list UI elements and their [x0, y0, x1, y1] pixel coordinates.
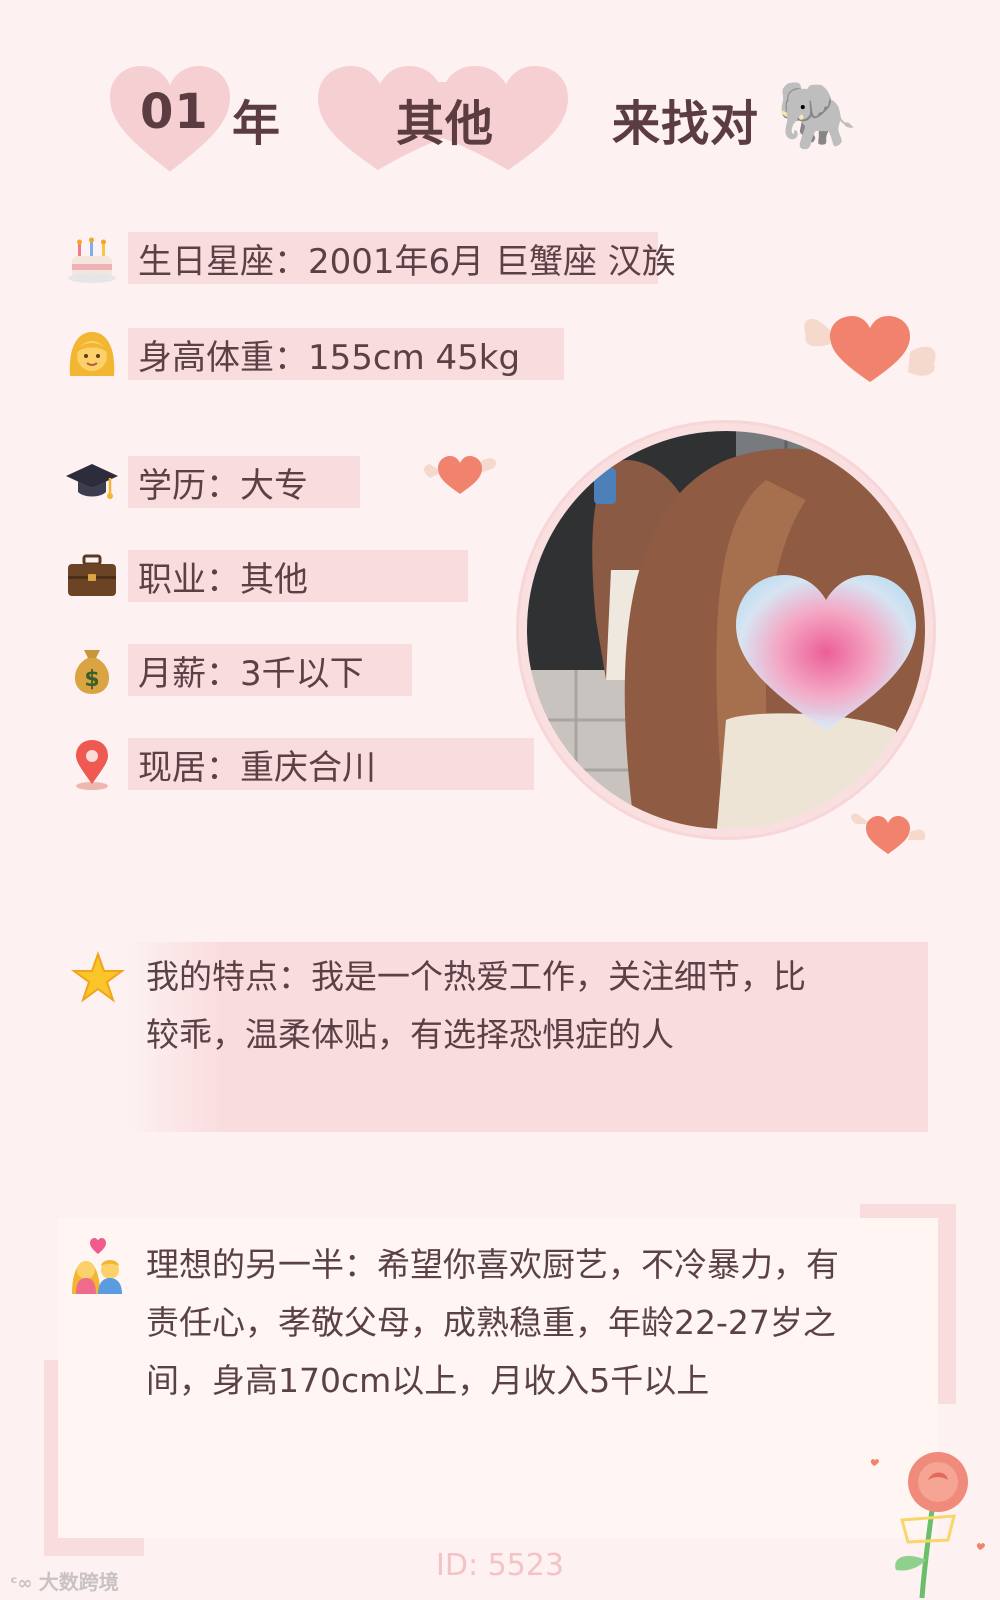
salary-value: 3千以下	[240, 654, 364, 694]
ideal-line-1: 理想的另一半：希望你喜欢厨艺，不冷暴力，有	[146, 1245, 839, 1284]
occupation-label: 职业：	[138, 560, 240, 600]
birthday-text: 生日星座：2001年6月 巨蟹座 汉族	[138, 234, 676, 283]
occupation-text: 职业：其他	[138, 552, 308, 601]
svg-text:$: $	[84, 667, 99, 692]
birth-year: 01	[140, 84, 209, 140]
education-label: 学历：	[138, 466, 240, 506]
watermark: ᶜ∞ 大数跨境	[10, 1566, 119, 1595]
features-text: 我的特点：我是一个热爱工作，关注细节，比 较乖，温柔体贴，有选择恐惧症的人	[146, 948, 926, 1064]
small-heart-icon	[424, 456, 497, 494]
location-pin-icon	[76, 740, 108, 790]
ideal-line-3: 间，身高170cm以上，月收入5千以上	[146, 1361, 710, 1400]
features-line-2: 较乖，温柔体贴，有选择恐惧症的人	[146, 1015, 674, 1054]
profile-photo[interactable]	[516, 420, 936, 840]
winged-heart-icon	[804, 316, 936, 382]
ideal-line-2: 责任心，孝敬父母，成熟稳重，年龄22-27岁之	[146, 1303, 836, 1342]
location-value: 重庆合川	[240, 748, 376, 788]
cake-icon	[68, 237, 116, 283]
watermark-text: 大数跨境	[38, 1570, 119, 1594]
briefcase-icon	[68, 554, 116, 596]
rose-icon	[870, 1452, 985, 1599]
height-weight-text: 身高体重：155cm 45kg	[138, 330, 520, 379]
header-occupation: 其他	[396, 96, 495, 152]
year-suffix: 年	[232, 96, 282, 152]
education-text: 学历：大专	[138, 458, 308, 507]
salary-text: 月薪：3千以下	[138, 646, 364, 695]
watermark-logo-icon: ᶜ∞	[10, 1573, 39, 1594]
graduation-cap-icon	[66, 464, 118, 499]
location-text: 现居：重庆合川	[138, 740, 376, 789]
photo-image	[519, 423, 933, 837]
profile-id: ID: 5523	[436, 1548, 564, 1583]
girl-face-icon	[69, 332, 115, 376]
height-weight-label: 身高体重：	[138, 338, 308, 378]
location-label: 现居：	[138, 748, 240, 788]
salary-label: 月薪：	[138, 654, 240, 694]
header-looking-for: 来找对	[612, 96, 760, 152]
money-bag-icon: $	[74, 650, 110, 694]
ideal-text: 理想的另一半：希望你喜欢厨艺，不冷暴力，有 责任心，孝敬父母，成熟稳重，年龄22…	[146, 1236, 936, 1410]
star-icon	[70, 950, 126, 1006]
birthday-label: 生日星座：	[138, 242, 308, 282]
birthday-value: 2001年6月 巨蟹座 汉族	[308, 242, 676, 282]
height-weight-value: 155cm 45kg	[308, 338, 521, 378]
couple-icon	[68, 1236, 128, 1296]
elephant-icon: 🐘	[776, 77, 859, 154]
features-line-1: 我的特点：我是一个热爱工作，关注细节，比	[146, 957, 806, 996]
small-heart-icon	[850, 813, 926, 854]
education-value: 大专	[240, 466, 308, 506]
occupation-value: 其他	[240, 560, 308, 600]
